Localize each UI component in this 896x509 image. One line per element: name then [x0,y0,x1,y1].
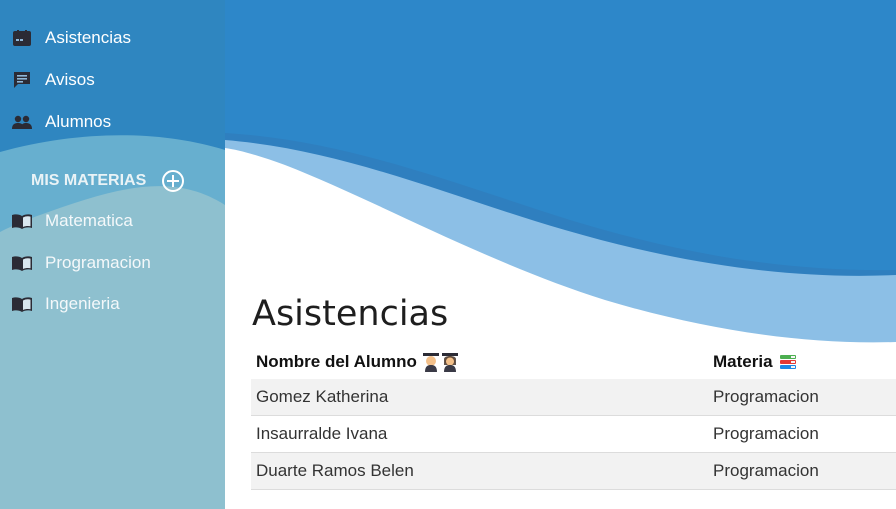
sidebar-item-matematica[interactable]: Matematica [0,201,225,241]
table-row: Insaurralde Ivana Programacion [251,416,896,453]
book-icon [12,211,32,231]
books-emoji-icon [779,353,797,371]
table-row: Gomez Katherina Programacion [251,379,896,416]
table-row: Duarte Ramos Belen Programacion [251,453,896,490]
table-header-row: Nombre del Alumno Materia [251,344,896,379]
sidebar: Asistencias Avisos Alumnos MIS MATERIAS … [0,0,225,509]
column-header-label: Nombre del Alumno [256,351,417,371]
student-emoji-icon [422,352,460,372]
column-header-materia: Materia [713,344,797,379]
mis-materias-header: MIS MATERIAS [31,170,185,192]
nav-item-label: Avisos [45,70,95,89]
nav-item-avisos[interactable]: Avisos [0,60,225,100]
main-content: Asistencias Nombre del Alumno Materia Go… [225,0,896,509]
section-title: MIS MATERIAS [31,172,147,189]
add-materia-button[interactable] [162,170,185,192]
cell-nombre: Gomez Katherina [256,387,389,406]
nav-item-label: Alumnos [45,112,112,131]
sidebar-item-label: Matematica [45,211,133,230]
column-header-label: Materia [713,351,773,371]
sidebar-item-label: Programacion [45,253,151,272]
cell-materia: Programacion [713,461,819,480]
attendance-table: Nombre del Alumno Materia Gomez Katherin… [251,344,896,490]
page-title: Asistencias [252,294,449,334]
calendar-icon [12,28,32,48]
cell-materia: Programacion [713,387,819,406]
sidebar-item-ingenieria[interactable]: Ingenieria [0,284,225,324]
book-icon [12,253,32,273]
column-header-nombre: Nombre del Alumno [256,344,460,379]
people-icon [12,112,32,132]
sidebar-item-programacion[interactable]: Programacion [0,243,225,283]
nav-item-asistencias[interactable]: Asistencias [0,18,225,58]
cell-materia: Programacion [713,424,819,443]
nav-item-alumnos[interactable]: Alumnos [0,102,225,142]
nav-item-label: Asistencias [45,28,131,47]
book-icon [12,294,32,314]
cell-nombre: Insaurralde Ivana [256,424,388,443]
sidebar-item-label: Ingenieria [45,294,120,313]
cell-nombre: Duarte Ramos Belen [256,461,414,480]
chat-icon [12,70,32,90]
